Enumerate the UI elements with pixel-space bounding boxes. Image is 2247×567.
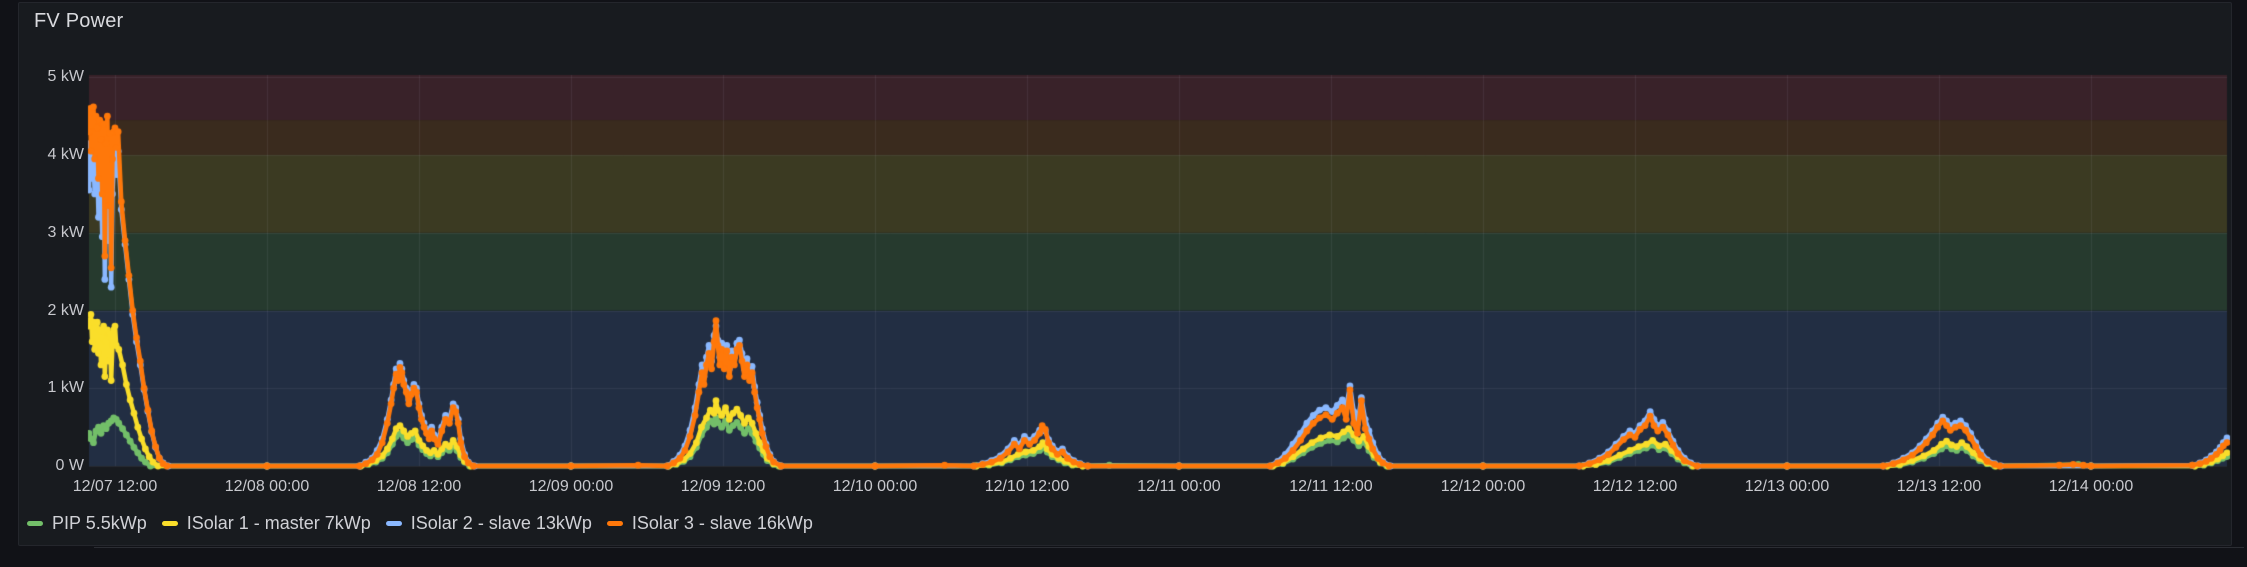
legend-item-isolar-3-slave-16kwp[interactable]: ISolar 3 - slave 16kWp [606,512,813,534]
legend-series-label: ISolar 2 - slave 13kWp [410,513,592,533]
legend-item-isolar-2-slave-13kwp[interactable]: ISolar 2 - slave 13kWp [385,512,592,534]
legend-item-pip-5-5kwp[interactable]: PIP 5.5kWp [27,512,147,534]
legend-series-label: ISolar 3 - slave 16kWp [631,513,813,533]
legend-series-swatch [161,520,178,526]
legend-series-swatch [385,520,402,526]
legend-series-swatch [606,520,623,526]
time-series-chart: 0 W1 kW 2 kW 3 kW 4 kW 5 kW 12/07 12:00 12/08… [0,0,2247,567]
legend-series-swatch [27,520,43,526]
legend: PIP 5.5kWp ISolar 1 - master 7kWp ISolar 2… [27,512,813,534]
legend-series-label: ISolar 1 - master 7kWp [186,513,371,533]
legend-series-label: PIP 5.5kWp [52,513,147,533]
chart-canvas[interactable] [0,0,2247,567]
legend-item-isolar-1-master-7kwp[interactable]: ISolar 1 - master 7kWp [161,512,371,534]
